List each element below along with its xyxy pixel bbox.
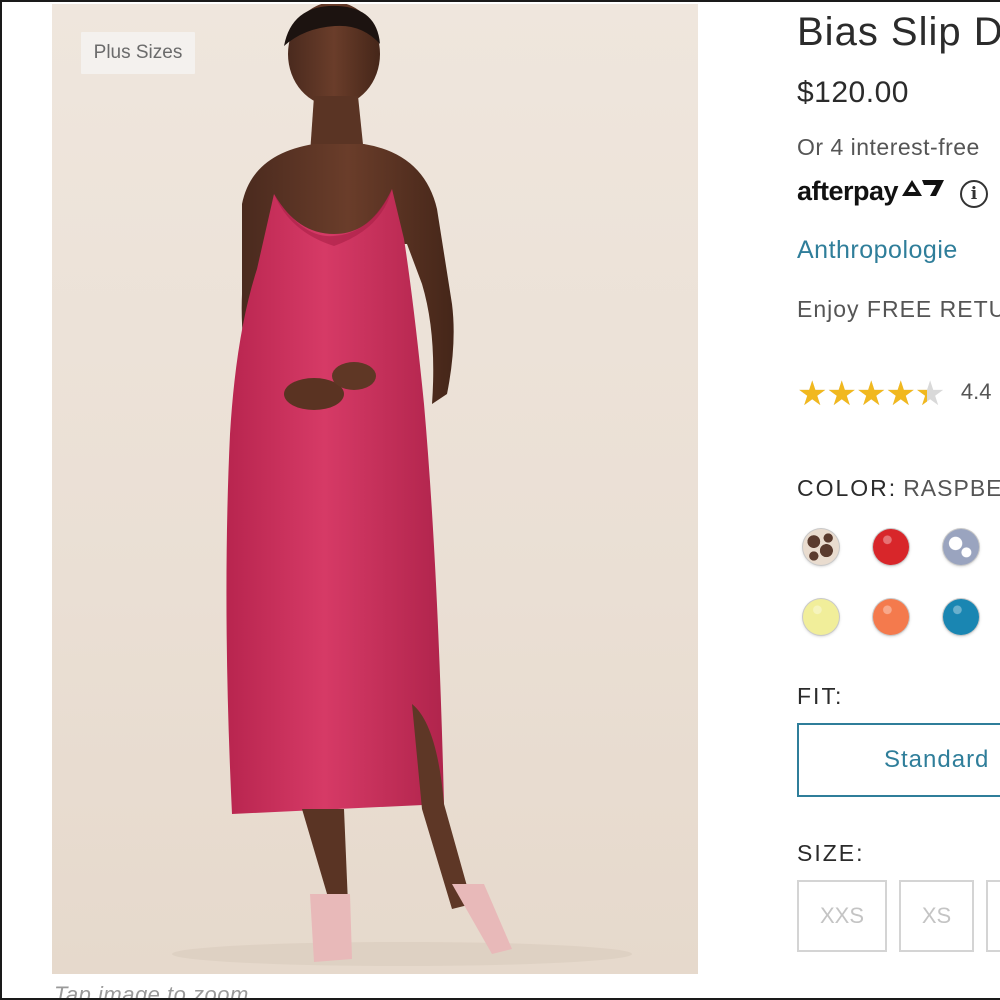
- size-next-button[interactable]: [986, 880, 1000, 952]
- swatch-pale-yellow[interactable]: [803, 599, 839, 635]
- size-xs-button[interactable]: XS: [899, 880, 974, 952]
- selected-color: RASPBE: [903, 475, 1000, 501]
- size-label: SIZE:: [797, 840, 865, 866]
- fit-standard-label: Standard: [884, 746, 990, 773]
- product-rating[interactable]: ★★★★★ ★★★★★ 4.4: [797, 377, 991, 411]
- installments-text: Or 4 interest-free: [797, 134, 980, 160]
- plus-sizes-badge[interactable]: Plus Sizes: [81, 32, 195, 74]
- afterpay-wordmark: afterpay: [797, 176, 899, 206]
- swatch-blue-tie-dye[interactable]: [943, 529, 979, 565]
- stars-filled: ★★★★★: [797, 377, 927, 411]
- fit-standard-button[interactable]: Standard: [797, 723, 1000, 797]
- product-price: $120.00: [797, 76, 909, 109]
- swatch-red[interactable]: [873, 529, 909, 565]
- brand-link[interactable]: Anthropologie: [797, 236, 958, 265]
- swatch-leopard[interactable]: [803, 529, 839, 565]
- free-returns-text: Enjoy FREE RETU: [797, 296, 1000, 322]
- info-icon[interactable]: i: [960, 180, 988, 208]
- afterpay-arrows-icon: [902, 180, 945, 196]
- model-in-dress-illustration: [172, 4, 632, 966]
- color-label-text: COLOR:: [797, 475, 898, 501]
- product-title: Bias Slip D: [797, 10, 1000, 54]
- rating-value: 4.4: [960, 379, 992, 404]
- size-xxs-button[interactable]: XXS: [797, 880, 887, 952]
- swatch-teal-blue[interactable]: [943, 599, 979, 635]
- product-image[interactable]: Plus Sizes: [52, 4, 698, 974]
- swatch-orange[interactable]: [873, 599, 909, 635]
- color-label: COLOR: RASPBE: [797, 475, 1000, 502]
- product-page: Plus Sizes Tap image to zoom Bias Slip D…: [0, 0, 1000, 1000]
- rating-stars-icon: ★★★★★ ★★★★★: [797, 377, 945, 411]
- afterpay-logo: afterpay: [797, 176, 946, 207]
- fit-label: FIT:: [797, 683, 844, 709]
